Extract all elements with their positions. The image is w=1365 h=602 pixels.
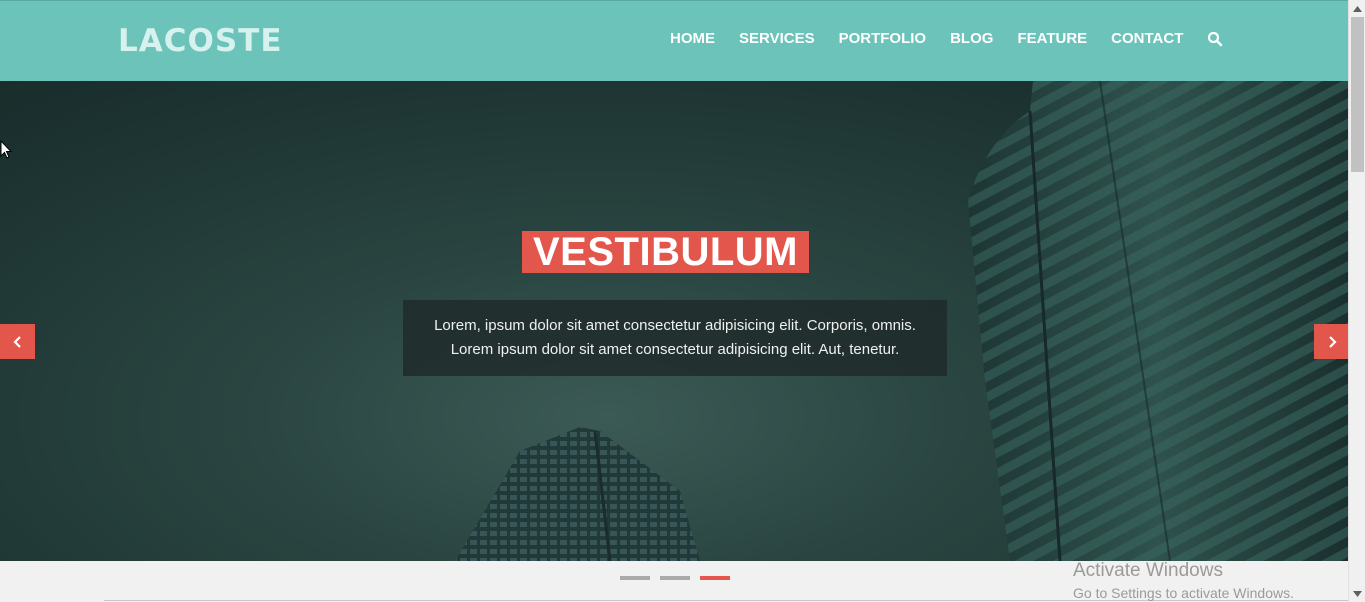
slider-dot-2[interactable] [660,576,690,580]
vertical-scrollbar[interactable] [1348,0,1365,602]
nav-item-services[interactable]: SERVICES [739,30,815,47]
chevron-left-icon [12,335,21,348]
search-icon[interactable] [1207,31,1223,47]
scroll-up-arrow-icon[interactable] [1349,0,1365,17]
slider-next-button[interactable] [1314,324,1348,359]
nav-item-feature[interactable]: FEATURE [1017,30,1087,47]
slider-dot-1[interactable] [620,576,650,580]
chevron-right-icon [1328,335,1337,348]
main-nav: HOME SERVICES PORTFOLIO BLOG FEATURE CON… [658,30,1223,47]
nav-item-blog[interactable]: BLOG [950,30,993,47]
nav-item-contact[interactable]: CONTACT [1111,30,1183,47]
nav-item-portfolio[interactable]: PORTFOLIO [839,30,927,47]
hero-line-1: Lorem, ipsum dolor sit amet consectetur … [434,317,916,334]
watermark-title: Activate Windows [1073,560,1223,581]
scroll-down-arrow-icon[interactable] [1349,585,1365,602]
site-logo[interactable]: LACOSTE [118,23,283,59]
slider-pagination [620,576,740,580]
page-viewport: LACOSTE HOME SERVICES PORTFOLIO BLOG FEA… [0,0,1348,602]
hero-slider: VESTIBULUM Lorem, ipsum dolor sit amet c… [0,81,1348,561]
hero-title: VESTIBULUM [522,231,809,273]
watermark-subtitle: Go to Settings to activate Windows. [1073,585,1294,601]
hero-line-2: Lorem ipsum dolor sit amet consectetur a… [450,341,900,358]
mouse-pointer-icon [0,139,13,165]
hero-description: Lorem, ipsum dolor sit amet consectetur … [403,300,947,376]
windows-activation-watermark: Activate Windows Go to Settings to activ… [1073,559,1294,602]
site-header: LACOSTE HOME SERVICES PORTFOLIO BLOG FEA… [0,0,1348,81]
slider-dot-3[interactable] [700,576,730,580]
nav-item-home[interactable]: HOME [670,30,715,47]
scrollbar-thumb[interactable] [1351,17,1364,172]
slider-prev-button[interactable] [0,324,35,359]
